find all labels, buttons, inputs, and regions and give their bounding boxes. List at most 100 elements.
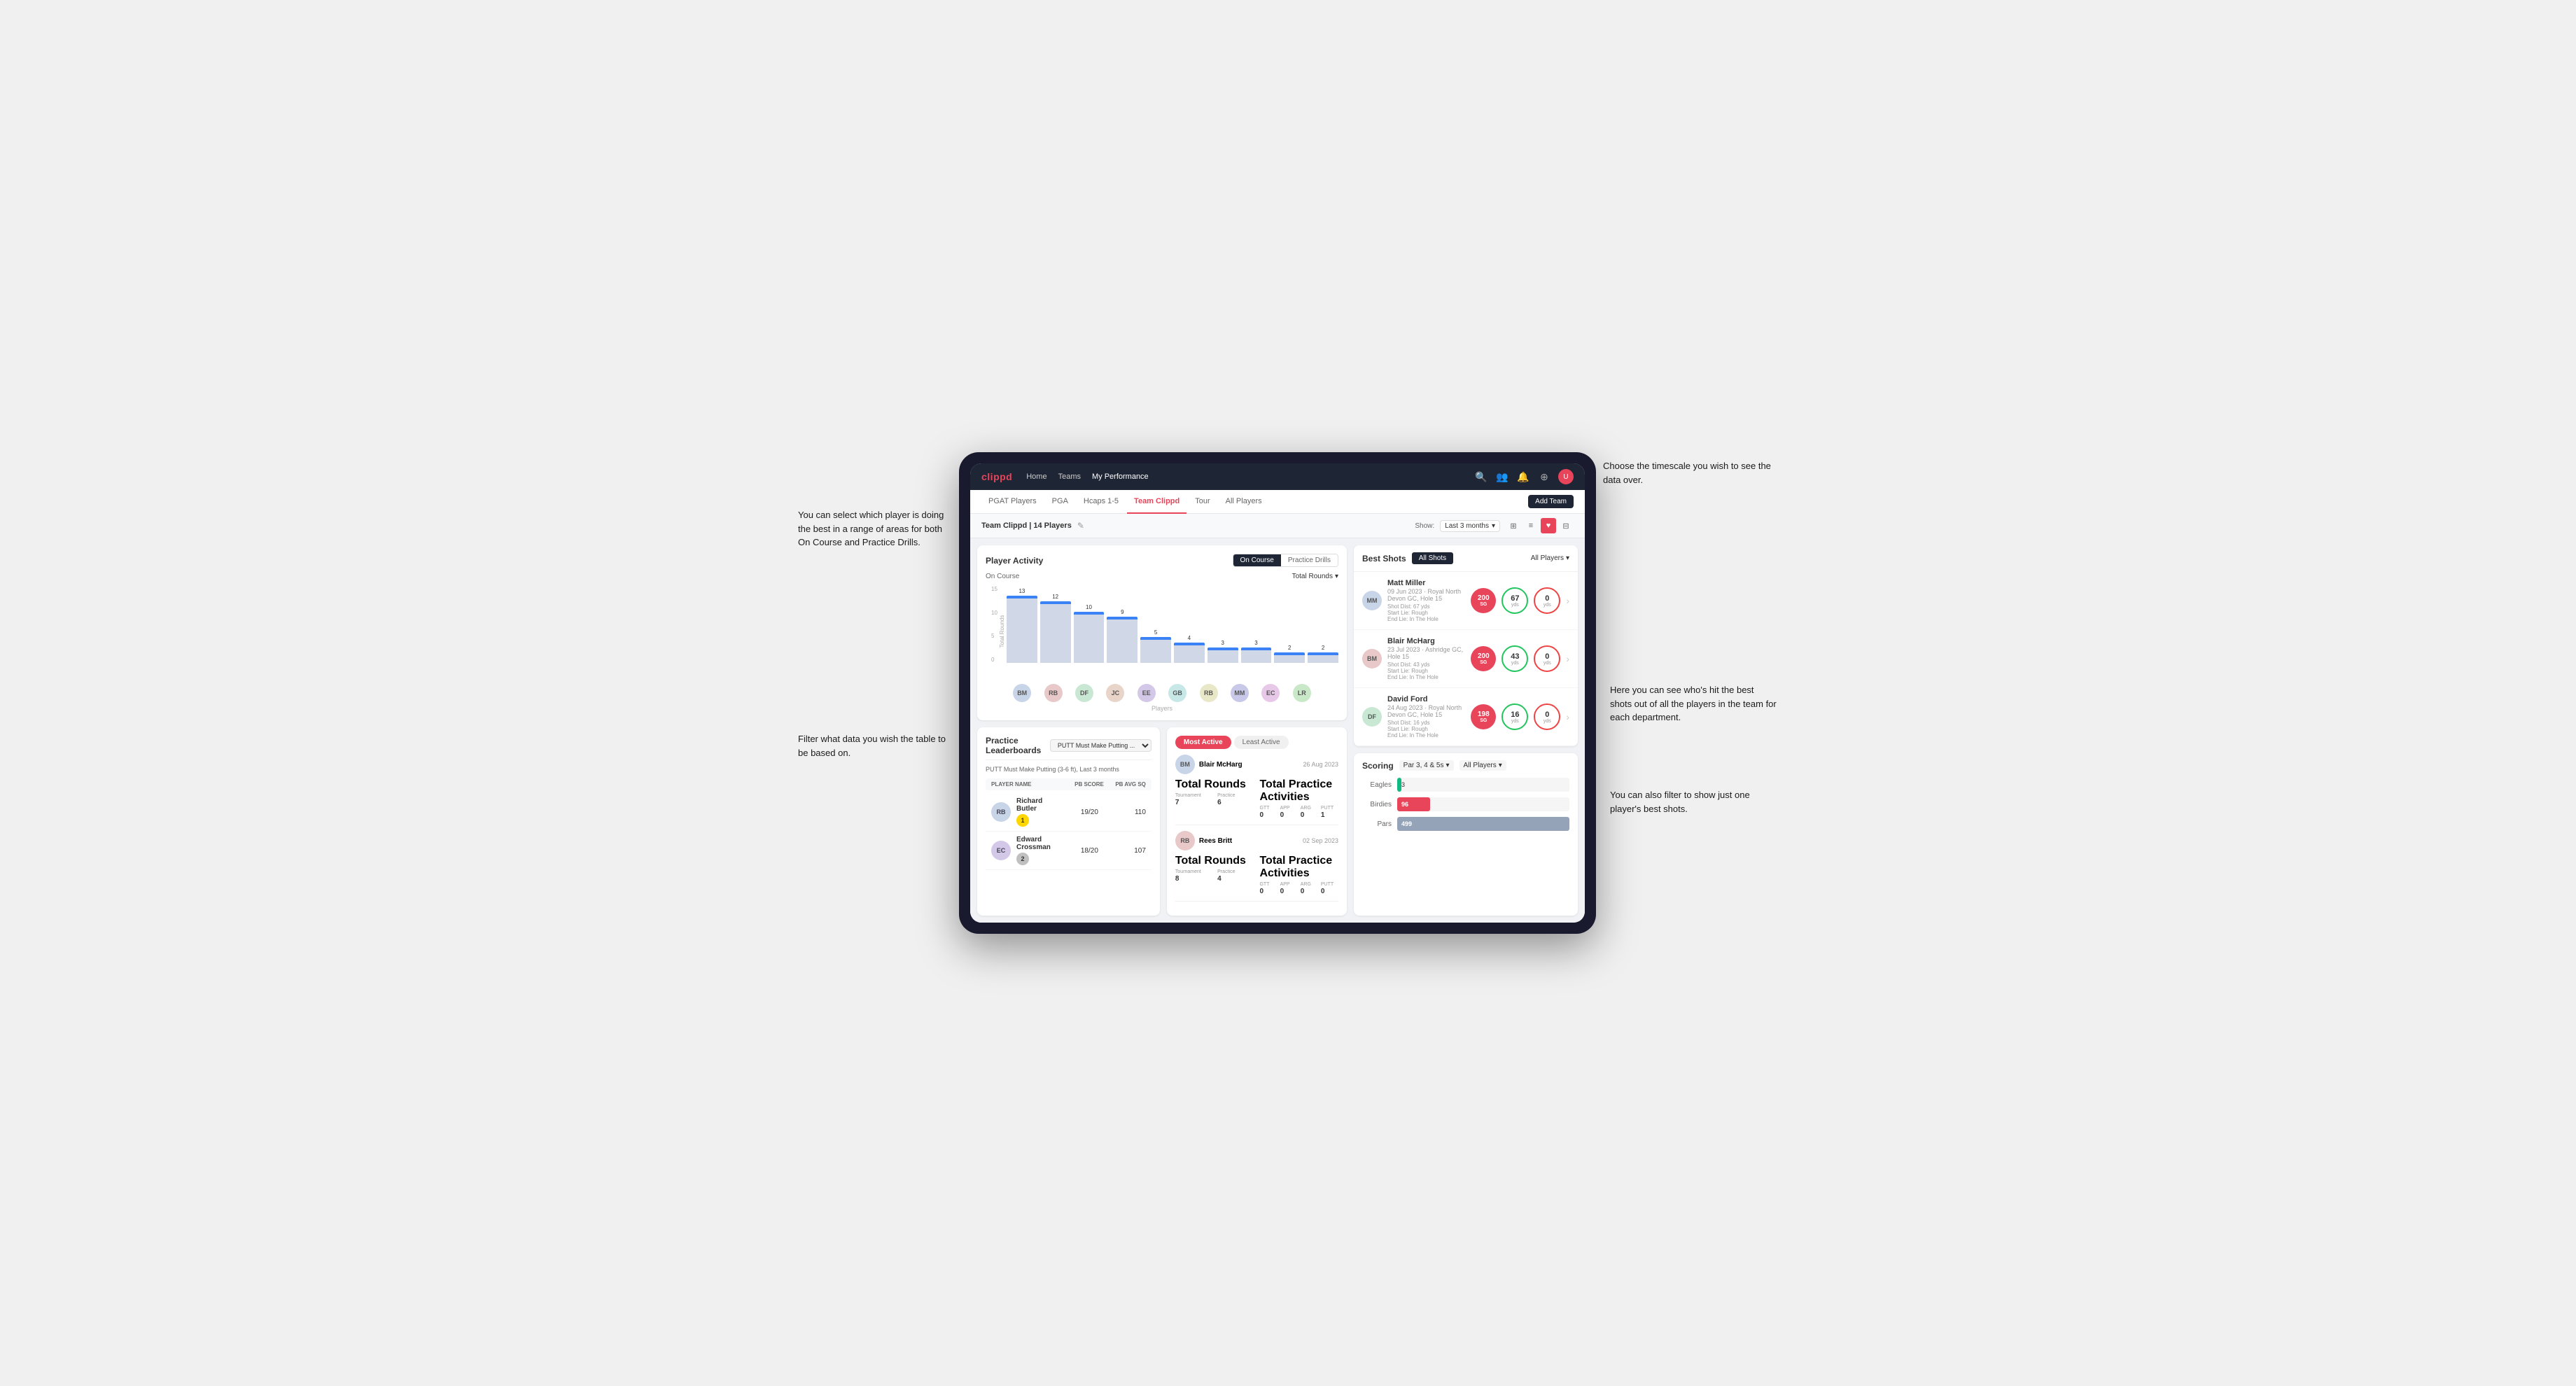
ap-rounds-1: Total Rounds Tournament 7 Practice: [1175, 778, 1254, 819]
shot-yds2-1: 0 yds: [1534, 587, 1560, 614]
col-pb-avg: PB AVG SQ: [1104, 781, 1146, 788]
rank-badge-2: 2: [1016, 853, 1029, 865]
ap-stats-1: Total Rounds Tournament 7 Practice: [1175, 778, 1338, 819]
shot-avatar-3: DF: [1362, 707, 1382, 727]
shot-row-blair-mcharg[interactable]: BM Blair McHarg 23 Jul 2023 · Ashridge G…: [1354, 630, 1578, 688]
tab-pga[interactable]: PGA: [1045, 490, 1075, 514]
bell-icon[interactable]: 🔔: [1516, 470, 1530, 484]
left-column: Player Activity On Course Practice Drill…: [977, 545, 1347, 916]
pars-bar-container: 499: [1397, 817, 1569, 831]
ap-arg-2: ARG 0: [1301, 882, 1318, 895]
pars-bar: 499: [1397, 817, 1569, 831]
timescale-dropdown[interactable]: Last 3 months ▾: [1440, 520, 1500, 532]
all-shots-tab[interactable]: All Shots: [1412, 552, 1453, 564]
ap-header-2: RB Rees Britt 02 Sep 2023: [1175, 831, 1338, 850]
pars-label: Pars: [1362, 820, 1392, 828]
scoring-filter-label-2: All Players: [1464, 762, 1497, 769]
bar-r-britt: 12: [1040, 594, 1071, 663]
shot-details-1: Shot Dist: 67 yds Start Lie: Rough End L…: [1387, 603, 1465, 622]
practice-drills-toggle[interactable]: Practice Drills: [1281, 554, 1338, 566]
avatar-ec[interactable]: EC: [1261, 684, 1280, 702]
annotation-top-right: Choose the timescale you wish to see the…: [1603, 459, 1778, 486]
search-icon[interactable]: 🔍: [1474, 470, 1488, 484]
tab-team-clippd[interactable]: Team Clippd: [1127, 490, 1186, 514]
lb-avatar-1: RB: [991, 802, 1011, 822]
grid-view-icon[interactable]: ⊞: [1506, 518, 1521, 533]
ap-name-2: RB Rees Britt: [1175, 831, 1232, 850]
bar-j-coles: 9: [1107, 609, 1138, 663]
score-row-birdies: Birdies 96: [1362, 797, 1569, 811]
avatar-df[interactable]: DF: [1075, 684, 1093, 702]
shot-player-name-1: Matt Miller: [1387, 579, 1465, 587]
nav-teams[interactable]: Teams: [1058, 470, 1081, 484]
shot-player-info-3: David Ford 24 Aug 2023 · Royal North Dev…: [1387, 695, 1465, 738]
shot-avatar-2: BM: [1362, 649, 1382, 668]
all-players-filter[interactable]: All Players ▾: [1531, 554, 1569, 562]
shot-row-matt-miller[interactable]: MM Matt Miller 09 Jun 2023 · Royal North…: [1354, 572, 1578, 630]
table-view-icon[interactable]: ⊟: [1558, 518, 1574, 533]
plus-circle-icon[interactable]: ⊕: [1537, 470, 1551, 484]
nav-links: Home Teams My Performance: [1026, 470, 1460, 484]
practice-title: Practice Leaderboards: [986, 736, 1050, 755]
shot-chevron-2: ›: [1566, 653, 1569, 664]
avatar-ee[interactable]: EE: [1138, 684, 1156, 702]
y-axis-label: Total Rounds: [999, 615, 1005, 648]
best-shots-card: Best Shots All Shots All Players ▾: [1354, 545, 1578, 746]
leaderboard-row-1[interactable]: RB Richard Butler 1 19/20 110: [986, 793, 1152, 832]
view-icons: ⊞ ≡ ♥ ⊟: [1506, 518, 1574, 533]
shot-player-info-2: Blair McHarg 23 Jul 2023 · Ashridge GC, …: [1387, 637, 1465, 680]
shot-row-david-ford[interactable]: DF David Ford 24 Aug 2023 · Royal North …: [1354, 688, 1578, 746]
avatar-lr[interactable]: LR: [1293, 684, 1311, 702]
avatar-mm[interactable]: MM: [1231, 684, 1249, 702]
add-team-button[interactable]: Add Team: [1528, 495, 1574, 508]
score-row-pars: Pars 499: [1362, 817, 1569, 831]
practice-selector[interactable]: PUTT Must Make Putting ...: [1050, 739, 1152, 752]
shot-sg-badge-3: 198 SG: [1471, 704, 1496, 729]
bar-e-crossman: 2: [1274, 645, 1305, 663]
birdies-bar: 96: [1397, 797, 1430, 811]
scoring-filter-1[interactable]: Par 3, 4 & 5s ▾: [1399, 760, 1454, 771]
shot-player-detail-2: 23 Jul 2023 · Ashridge GC, Hole 15: [1387, 646, 1465, 660]
score-row-eagles: Eagles 3: [1362, 778, 1569, 792]
people-icon[interactable]: 👥: [1495, 470, 1509, 484]
nav-my-performance[interactable]: My Performance: [1092, 470, 1149, 484]
list-view-icon[interactable]: ≡: [1523, 518, 1539, 533]
ap-rounds-label-1: Total Rounds: [1175, 778, 1254, 791]
ap-gtt-2: GTT 0: [1259, 882, 1277, 895]
tablet-shell: clippd Home Teams My Performance 🔍 👥 🔔 ⊕…: [959, 452, 1596, 934]
tab-all-players[interactable]: All Players: [1219, 490, 1269, 514]
chart-metric-dropdown[interactable]: Total Rounds ▾: [1292, 573, 1338, 580]
ap-putt-2: PUTT 0: [1321, 882, 1338, 895]
leaderboard-row-2[interactable]: EC Edward Crossman 2 18/20 107: [986, 832, 1152, 870]
shot-metric-1: 67 yds: [1502, 587, 1528, 614]
tab-pgat-players[interactable]: PGAT Players: [981, 490, 1044, 514]
lb-avg-2: 107: [1104, 847, 1146, 855]
card-view-icon[interactable]: ♥: [1541, 518, 1556, 533]
tab-hcaps[interactable]: Hcaps 1-5: [1077, 490, 1126, 514]
col-player-name: PLAYER NAME: [991, 781, 1062, 788]
ap-name-1: BM Blair McHarg: [1175, 755, 1242, 774]
avatar-jc[interactable]: JC: [1106, 684, 1124, 702]
ap-header-1: BM Blair McHarg 26 Aug 2023: [1175, 755, 1338, 774]
user-avatar[interactable]: U: [1558, 469, 1574, 484]
main-content: Player Activity On Course Practice Drill…: [970, 538, 1585, 923]
lb-player-name-2: Edward Crossman: [1016, 836, 1051, 851]
practice-subtitle: PUTT Must Make Putting (3-6 ft), Last 3 …: [986, 766, 1152, 773]
avatar-rb[interactable]: RB: [1044, 684, 1063, 702]
edit-team-icon[interactable]: ✎: [1077, 521, 1084, 531]
bar-d-ford: 10: [1074, 604, 1105, 663]
least-active-tab[interactable]: Least Active: [1234, 736, 1289, 749]
bar-chart: 15 10 5 0 13: [1007, 586, 1338, 677]
avatar-bm[interactable]: BM: [1013, 684, 1031, 702]
avatar-rb2[interactable]: RB: [1200, 684, 1218, 702]
most-active-card: Most Active Least Active BM Blair McHarg: [1167, 727, 1347, 916]
most-active-tab[interactable]: Most Active: [1175, 736, 1231, 749]
avatar-gb[interactable]: GB: [1168, 684, 1186, 702]
on-course-toggle[interactable]: On Course: [1233, 554, 1281, 566]
nav-home[interactable]: Home: [1026, 470, 1046, 484]
timescale-value: Last 3 months: [1445, 522, 1489, 530]
scoring-filter-2[interactable]: All Players ▾: [1460, 760, 1506, 771]
player-activity-card: Player Activity On Course Practice Drill…: [977, 545, 1347, 720]
tab-tour[interactable]: Tour: [1188, 490, 1217, 514]
ap-name-text-2: Rees Britt: [1199, 837, 1232, 845]
